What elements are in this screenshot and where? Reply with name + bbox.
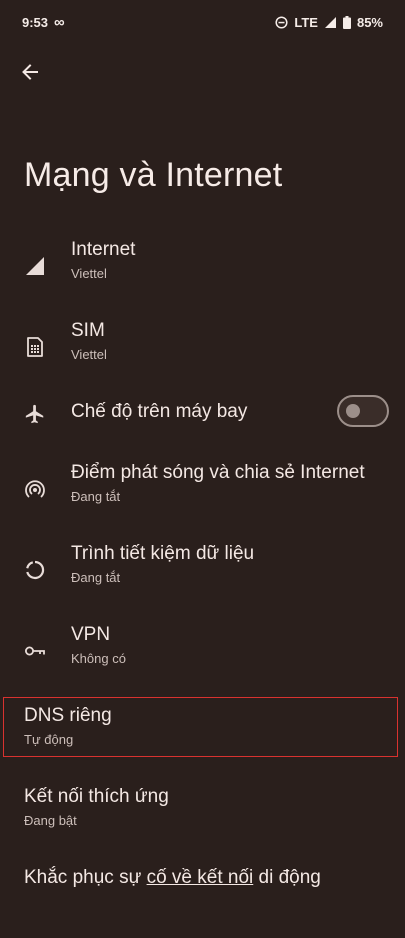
hotspot-icon	[22, 476, 48, 502]
airplane-icon	[22, 401, 48, 427]
settings-item-sim[interactable]: SIM Viettel	[0, 310, 405, 391]
vpn-key-icon	[22, 638, 48, 664]
arrow-back-icon	[22, 64, 38, 80]
airplane-mode-toggle[interactable]	[337, 395, 389, 427]
status-bar: 9:53 ∞ LTE 85%	[0, 0, 405, 44]
battery-percent: 85%	[356, 14, 383, 30]
sim-card-icon	[22, 334, 48, 360]
item-title: Internet	[71, 239, 136, 260]
item-summary: Không có	[71, 651, 126, 666]
item-summary: Viettel	[71, 266, 107, 281]
status-right: LTE 85%	[275, 15, 383, 30]
signal-icon	[22, 253, 48, 279]
item-title: SIM	[71, 320, 105, 341]
toggle-knob	[346, 404, 360, 418]
settings-item-hotspot[interactable]: Điểm phát sóng và chia sẻ Internet Đang …	[0, 452, 405, 533]
title-part-underlined: cố về kết nối	[146, 867, 254, 888]
infinity-icon: ∞	[54, 13, 65, 31]
settings-item-adaptive-connectivity[interactable]: Kết nối thích ứng Đang bật	[0, 776, 405, 857]
settings-item-private-dns[interactable]: DNS riêng Tự động	[0, 695, 405, 776]
network-type: LTE	[294, 14, 318, 30]
item-summary: Đang tắt	[71, 570, 121, 585]
item-title: Kết nối thích ứng	[24, 786, 169, 807]
status-left: 9:53 ∞	[22, 14, 65, 31]
item-summary: Tự động	[24, 732, 74, 747]
data-saver-icon	[22, 557, 48, 583]
item-title: Trình tiết kiệm dữ liệu	[71, 543, 255, 564]
item-summary: Đang bật	[24, 813, 77, 828]
item-title: VPN	[71, 624, 111, 645]
title-part: Khắc phục sự	[24, 867, 147, 888]
settings-item-internet[interactable]: Internet Viettel	[0, 229, 405, 310]
cell-signal-icon	[324, 16, 337, 29]
settings-item-data-saver[interactable]: Trình tiết kiệm dữ liệu Đang tắt	[0, 533, 405, 614]
status-time: 9:53	[22, 14, 49, 30]
item-title: DNS riêng	[24, 705, 112, 726]
page-title: Mạng và Internet	[24, 156, 283, 194]
item-summary: Viettel	[71, 347, 107, 362]
item-title: Chế độ trên máy bay	[71, 401, 248, 422]
item-title: Khắc phục sự cố về kết nối di động	[24, 867, 321, 889]
do-not-disturb-icon	[275, 15, 288, 29]
settings-item-vpn[interactable]: VPN Không có	[0, 614, 405, 695]
back-button[interactable]	[12, 54, 48, 90]
battery-icon	[342, 15, 351, 29]
settings-item-troubleshoot[interactable]: Khắc phục sự cố về kết nối di động	[0, 857, 405, 938]
title-part: di động	[253, 867, 321, 888]
item-summary: Đang tắt	[71, 489, 121, 504]
item-title: Điểm phát sóng và chia sẻ Internet	[71, 462, 365, 483]
